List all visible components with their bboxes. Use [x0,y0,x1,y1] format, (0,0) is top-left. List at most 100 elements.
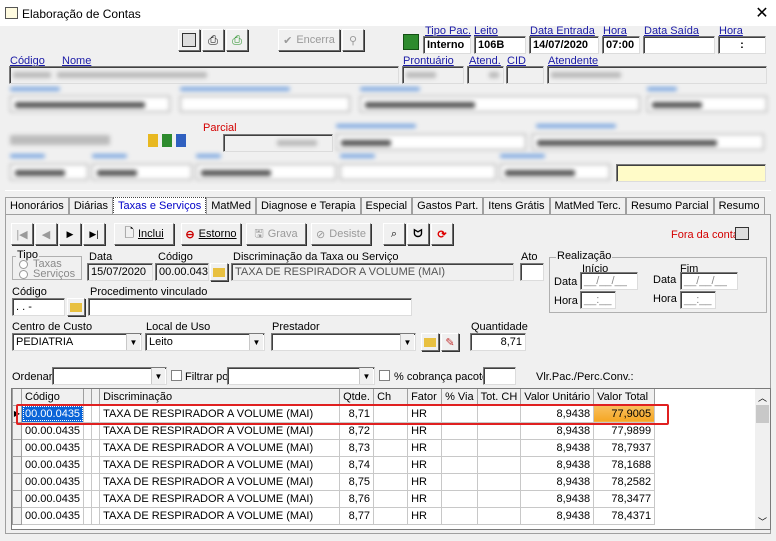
ordenar-select[interactable]: ▼ [52,367,167,385]
cell-codigo[interactable]: 00.00.0435 [20,489,85,508]
table-row[interactable]: 00.00.0435 TAXA DE RESPIRADOR A VOLUME (M… [12,489,656,508]
centro-custo-select[interactable]: PEDIATRIA ▼ [12,333,142,351]
binoculars-button[interactable]: ᗢ [407,223,429,245]
data-inicio-field[interactable]: __/__/__ [580,272,638,290]
parcial-combo[interactable] [223,134,333,152]
cell-valor-unitario[interactable]: 8,9438 [520,438,595,457]
grid-header-valor-unitario[interactable]: Valor Unitário [520,389,595,406]
cell-via[interactable] [441,404,478,423]
cell-fator[interactable]: HR [407,438,443,457]
chevron-down-icon[interactable]: ▼ [359,368,373,384]
grid-scrollbar[interactable]: ︿ ﹀ [755,389,770,529]
tab-matmed-terc[interactable]: MatMed Terc. [549,197,626,215]
cell-ch[interactable] [373,489,409,508]
cell-via[interactable] [441,455,478,474]
cell-ch[interactable] [373,472,409,491]
table-row[interactable]: 00.00.0435 TAXA DE RESPIRADOR A VOLUME (M… [12,455,656,474]
grid-header-qtde[interactable]: Qtde. [339,389,375,406]
tab-resumo-parcial[interactable]: Resumo Parcial [625,197,714,215]
grid-header-via[interactable]: % Via [441,389,478,406]
incluir-button[interactable]: 🗋 Inclui [114,223,174,245]
table-row[interactable]: ▶ 00.00.0435 TAXA DE RESPIRADOR A VOLUME (… [12,404,656,423]
encerra-button[interactable]: ✔ Encerra [278,29,340,51]
data-saida-field[interactable] [643,36,715,54]
local-uso-select[interactable]: Leito ▼ [145,333,265,351]
scroll-down-icon[interactable]: ﹀ [758,515,767,528]
cell-valor-total[interactable]: 78,4371 [593,506,656,525]
quantidade-field[interactable]: 8,71 [470,333,526,351]
cell-qtde[interactable]: 8,75 [339,472,375,491]
data-entrada-field[interactable]: 14/07/2020 [529,36,599,54]
cell-blank2[interactable] [91,421,101,440]
cell-ch[interactable] [373,455,409,474]
cell-ch[interactable] [373,404,409,423]
estorno-button[interactable]: ⊖ Estorno [181,223,241,245]
grid-header-discriminacao[interactable]: Discriminação [99,389,341,406]
cell-valor-unitario[interactable]: 8,9438 [520,472,595,491]
cell-via[interactable] [441,506,478,525]
close-icon[interactable]: ✕ [752,3,772,23]
leito-field[interactable]: 106B [474,36,526,54]
cell-via[interactable] [441,438,478,457]
first-record-button[interactable]: |◀ [11,223,33,245]
patient-icon[interactable] [403,34,419,50]
chevron-down-icon[interactable]: ▼ [400,334,414,350]
cell-qtde[interactable]: 8,72 [339,421,375,440]
cell-discriminacao[interactable]: TAXA DE RESPIRADOR A VOLUME (MAI) [99,489,341,508]
tab-matmed[interactable]: MatMed [206,197,256,215]
filter-icons[interactable] [140,134,200,148]
cell-valor-total[interactable]: 77,9005 [593,404,656,423]
proc-lookup-button[interactable] [67,298,85,316]
cell-codigo[interactable]: 00.00.0435 [20,438,85,457]
cell-blank1[interactable] [83,489,93,508]
chevron-down-icon[interactable]: ▼ [126,334,140,350]
cell-fator[interactable]: HR [407,489,443,508]
table-row[interactable]: 00.00.0435 TAXA DE RESPIRADOR A VOLUME (M… [12,472,656,491]
cell-qtde[interactable]: 8,77 [339,506,375,525]
scroll-thumb[interactable] [756,405,769,423]
table-row[interactable]: 00.00.0435 TAXA DE RESPIRADOR A VOLUME (M… [12,438,656,457]
cell-discriminacao[interactable]: TAXA DE RESPIRADOR A VOLUME (MAI) [99,506,341,525]
tab-honorarios[interactable]: Honorários [5,197,69,215]
cell-qtde[interactable]: 8,71 [339,404,375,423]
cell-valor-unitario[interactable]: 8,9438 [520,489,595,508]
scroll-up-icon[interactable]: ︿ [758,391,767,404]
tipo-taxas-radio[interactable] [19,260,28,269]
proc-vinc-field[interactable] [88,298,412,316]
cell-discriminacao[interactable]: TAXA DE RESPIRADOR A VOLUME (MAI) [99,421,341,440]
prestador-lookup-button[interactable] [421,333,439,351]
cell-blank1[interactable] [83,438,93,457]
grid-header-ch[interactable]: Ch [373,389,409,406]
tab-diarias[interactable]: Diárias [68,197,114,215]
cell-valor-total[interactable]: 78,3477 [593,489,656,508]
lock-button[interactable]: ⚲ [342,29,364,51]
cell-blank2[interactable] [91,489,101,508]
cell-qtde[interactable]: 8,76 [339,489,375,508]
hora2-field[interactable]: : [718,36,766,54]
cell-blank2[interactable] [91,506,101,525]
cell-valor-unitario[interactable]: 8,9438 [520,455,595,474]
cell-valor-total[interactable]: 78,7937 [593,438,656,457]
cell-codigo[interactable]: 00.00.0435 [20,404,85,423]
cell-totch[interactable] [476,506,522,525]
cell-codigo[interactable]: 00.00.0435 [20,421,85,440]
cell-discriminacao[interactable]: TAXA DE RESPIRADOR A VOLUME (MAI) [99,404,341,423]
tab-itens-gratis[interactable]: Itens Grátis [483,197,550,215]
tipo-servicos-radio[interactable] [19,270,28,279]
cell-totch[interactable] [476,489,522,508]
cell-totch[interactable] [476,455,522,474]
cell-qtde[interactable]: 8,74 [339,455,375,474]
grid-header-fator[interactable]: Fator [407,389,443,406]
tab-gastos-part[interactable]: Gastos Part. [412,197,484,215]
cell-via[interactable] [441,421,478,440]
cell-totch[interactable] [476,421,522,440]
cell-fator[interactable]: HR [407,455,443,474]
cell-discriminacao[interactable]: TAXA DE RESPIRADOR A VOLUME (MAI) [99,455,341,474]
fora-da-conta-icon[interactable] [735,227,749,240]
cell-discriminacao[interactable]: TAXA DE RESPIRADOR A VOLUME (MAI) [99,472,341,491]
cell-valor-unitario[interactable]: 8,9438 [520,404,595,423]
cell-fator[interactable]: HR [407,506,443,525]
cobranca-checkbox[interactable] [379,370,390,381]
cell-blank1[interactable] [83,472,93,491]
cell-ch[interactable] [373,506,409,525]
